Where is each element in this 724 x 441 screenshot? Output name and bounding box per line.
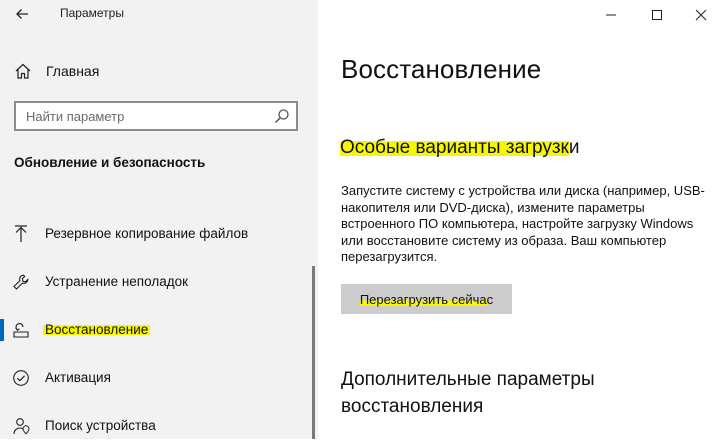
back-arrow-icon xyxy=(16,9,28,19)
sidebar: Параметры Главная Обновление и безопасно… xyxy=(0,0,318,439)
window-title: Параметры xyxy=(60,6,124,20)
close-icon xyxy=(695,9,707,21)
sidebar-home-label: Главная xyxy=(46,63,100,79)
search-box[interactable] xyxy=(14,101,298,131)
maximize-button[interactable] xyxy=(634,0,680,30)
page-title: Восстановление xyxy=(341,54,542,84)
recovery-icon xyxy=(12,321,30,339)
advanced-recovery-heading: Дополнительные параметры восстановления xyxy=(341,369,595,417)
search-icon[interactable] xyxy=(274,108,290,124)
special-boot-heading-highlight: Особые варианты загрузк xyxy=(340,137,569,158)
check-circle-icon xyxy=(12,369,30,387)
person-location-icon xyxy=(12,417,30,435)
sidebar-item-recovery[interactable]: Восстановление xyxy=(0,315,310,345)
wrench-icon xyxy=(12,273,30,291)
minimize-icon xyxy=(606,14,616,16)
sidebar-item-find-device[interactable]: Поиск устройства xyxy=(0,411,310,441)
sidebar-item-label: Устранение неполадок xyxy=(45,274,189,289)
sidebar-item-label: Поиск устройства xyxy=(45,418,156,433)
search-input[interactable] xyxy=(16,103,276,129)
restart-now-button[interactable]: Перезагрузить сейча с xyxy=(341,284,512,314)
backup-arrow-icon xyxy=(12,225,30,243)
home-icon xyxy=(15,63,31,79)
minimize-button[interactable] xyxy=(588,0,634,30)
sidebar-item-label: Активация xyxy=(45,370,111,385)
sidebar-item-label: Восстановление xyxy=(43,322,151,337)
sidebar-item-backup[interactable]: Резервное копирование файлов xyxy=(0,219,310,249)
special-boot-heading: Особые варианты загрузки xyxy=(340,137,579,159)
close-button[interactable] xyxy=(678,0,724,30)
special-boot-description: Запустите систему с устройства или диска… xyxy=(341,183,705,264)
sidebar-item-label: Резервное копирование файлов xyxy=(45,226,249,241)
maximize-icon xyxy=(652,10,662,20)
special-boot-heading-rest: и xyxy=(568,137,580,158)
sidebar-home[interactable]: Главная xyxy=(14,60,99,82)
sidebar-scrollbar[interactable] xyxy=(312,266,315,439)
sidebar-item-troubleshoot[interactable]: Устранение неполадок xyxy=(0,267,310,297)
sidebar-item-activation[interactable]: Активация xyxy=(0,363,310,393)
section-title: Обновление и безопасность xyxy=(14,155,206,170)
restart-now-label-rest: с xyxy=(486,291,494,307)
back-button[interactable] xyxy=(10,2,34,26)
restart-now-label-highlight: Перезагрузить сейча xyxy=(359,291,487,307)
active-indicator xyxy=(0,319,4,341)
main-content: Восстановление Особые варианты загрузки … xyxy=(318,0,724,439)
